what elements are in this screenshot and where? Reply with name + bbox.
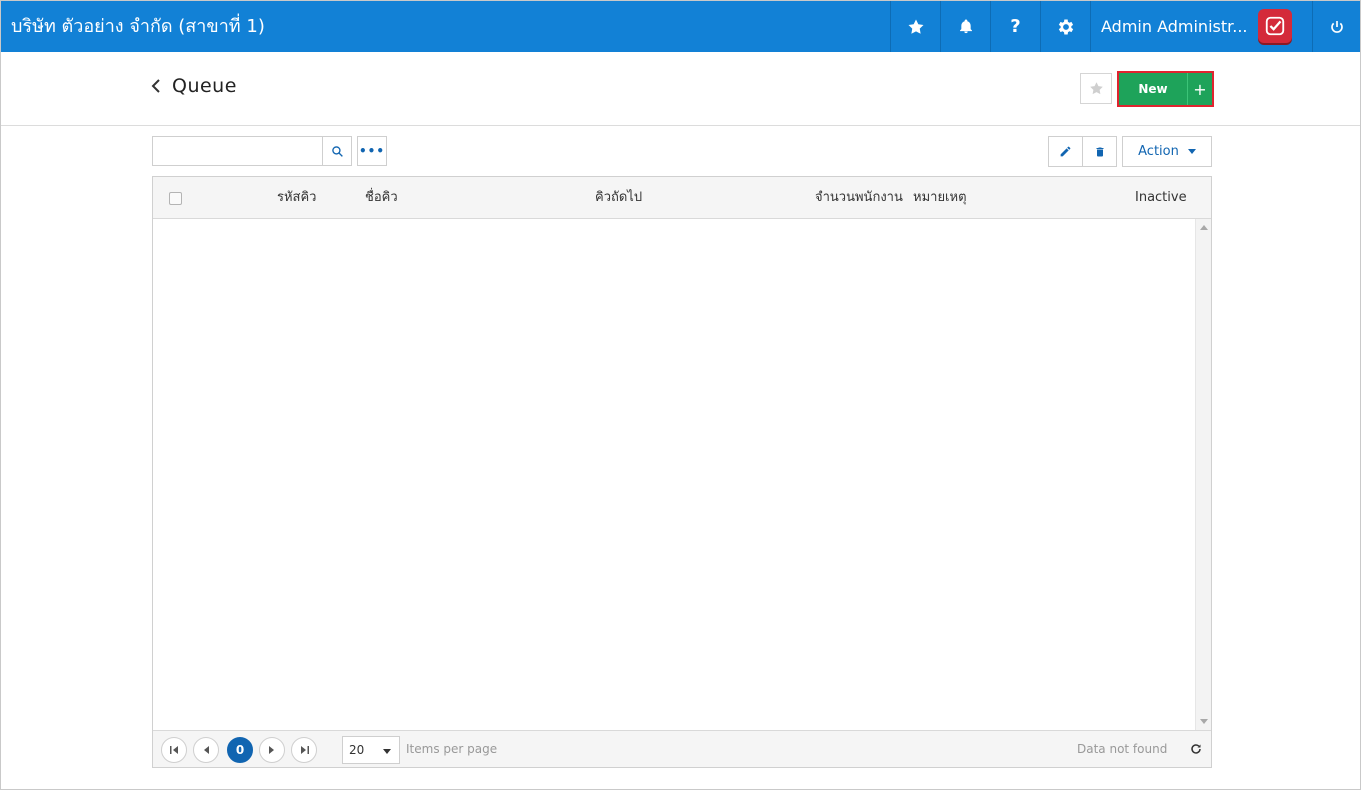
queue-grid: รหัสคิว ชื่อคิว คิวถัดไป จำนวนพนักงาน หม… [152, 176, 1212, 768]
caret-down-icon [1187, 149, 1196, 154]
first-page-icon [169, 746, 178, 754]
column-header-queue-name[interactable]: ชื่อคิว [365, 177, 398, 219]
star-icon [1089, 82, 1103, 95]
bell-icon [959, 19, 972, 34]
grid-body [153, 219, 1211, 730]
delete-button[interactable] [1082, 136, 1117, 167]
add-favorite-button[interactable] [1080, 73, 1112, 104]
action-label: Action [1138, 144, 1179, 159]
column-header-inactive[interactable]: Inactive [1135, 177, 1187, 219]
first-page-button[interactable] [161, 737, 187, 763]
page-size-value: 20 [349, 743, 365, 757]
power-icon [1330, 20, 1343, 33]
check-badge-icon [1265, 16, 1285, 36]
page-header: Queue New + [1, 52, 1360, 126]
scroll-down-icon[interactable] [1200, 719, 1208, 724]
help-button[interactable]: ? [990, 1, 1040, 52]
pager-status: Data not found [1077, 742, 1168, 756]
column-header-employee-count[interactable]: จำนวนพนักงาน [815, 177, 903, 219]
help-icon: ? [1010, 16, 1021, 37]
more-options-button[interactable]: ••• [357, 136, 387, 166]
more-icon: ••• [358, 144, 385, 158]
chevron-left-icon [151, 79, 160, 93]
action-dropdown[interactable]: Action [1122, 136, 1212, 167]
last-page-icon [300, 746, 309, 754]
column-header-remark[interactable]: หมายเหตุ [913, 177, 967, 219]
items-per-page-label: Items per page [406, 742, 498, 756]
column-header-next-queue[interactable]: คิวถัดไป [595, 177, 642, 219]
next-page-icon [269, 746, 274, 754]
new-button-group: New + [1117, 71, 1214, 107]
star-icon [908, 19, 923, 34]
previous-page-icon [204, 746, 209, 754]
search-icon [331, 145, 343, 157]
caret-down-icon [383, 749, 391, 754]
search-button[interactable] [322, 136, 352, 166]
notifications-button[interactable] [940, 1, 990, 52]
vertical-scrollbar[interactable] [1195, 219, 1211, 730]
refresh-icon [1191, 744, 1201, 754]
current-page[interactable]: 0 [227, 737, 253, 763]
user-menu[interactable]: Admin Administr... [1090, 1, 1312, 52]
new-button[interactable]: New [1119, 73, 1188, 105]
edit-button[interactable] [1048, 136, 1083, 167]
last-page-button[interactable] [291, 737, 317, 763]
settings-button[interactable] [1040, 1, 1090, 52]
favorites-button[interactable] [890, 1, 940, 52]
column-header-queue-code[interactable]: รหัสคิว [277, 177, 316, 219]
page-size-select[interactable]: 20 [342, 736, 400, 764]
page-title: Queue [172, 75, 237, 97]
top-bar: บริษัท ตัวอย่าง จำกัด (สาขาที่ 1) ? Admi… [1, 1, 1360, 52]
avatar [1258, 9, 1292, 43]
scroll-up-icon[interactable] [1200, 225, 1208, 230]
previous-page-button[interactable] [193, 737, 219, 763]
next-page-button[interactable] [259, 737, 285, 763]
gear-icon [1058, 19, 1073, 34]
trash-icon [1096, 147, 1103, 156]
top-nav: ? Admin Administr... [890, 1, 1360, 52]
pager: 0 20 Items per page Data not found [153, 730, 1211, 767]
logout-button[interactable] [1312, 1, 1360, 52]
grid-header: รหัสคิว ชื่อคิว คิวถัดไป จำนวนพนักงาน หม… [153, 177, 1211, 219]
pencil-icon [1060, 146, 1071, 157]
new-plus-button[interactable]: + [1188, 73, 1212, 105]
back-button[interactable] [151, 77, 161, 98]
select-all-checkbox[interactable] [169, 192, 182, 205]
company-name: บริษัท ตัวอย่าง จำกัด (สาขาที่ 1) [11, 16, 265, 37]
search-input[interactable] [152, 136, 323, 166]
refresh-button[interactable] [1188, 741, 1204, 757]
user-name: Admin Administr... [1101, 17, 1248, 36]
